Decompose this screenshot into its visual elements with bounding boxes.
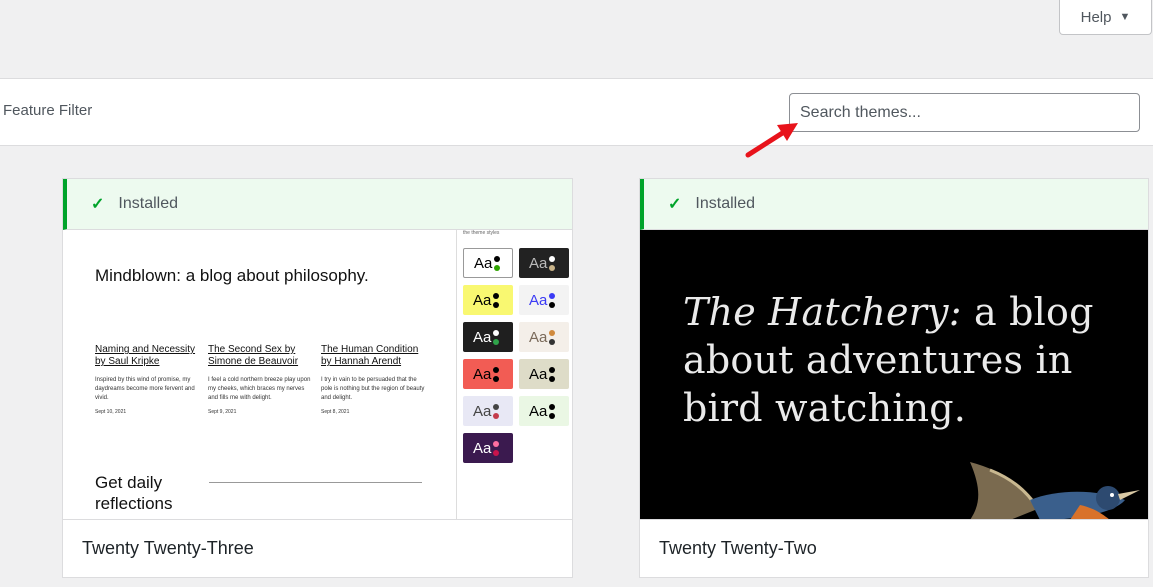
preview-post-title: The Human Condition by Hannah Arendt xyxy=(321,344,419,367)
style-variation-label: Aa xyxy=(529,291,548,309)
color-dots-icon xyxy=(493,329,500,345)
style-variations-caption: the theme styles xyxy=(463,230,500,236)
preview-post-title: The Second Sex by Simone de Beauvoir xyxy=(208,344,299,367)
feature-filter-link[interactable]: Feature Filter xyxy=(3,102,92,119)
style-variation-swatch: Aa xyxy=(463,248,513,278)
style-variation-swatch: Aa xyxy=(463,359,513,389)
style-variation-swatch: Aa xyxy=(463,285,513,315)
theme-card-twenty-twenty-two[interactable]: ✓ Installed The Hatchery: a blog about a… xyxy=(639,178,1149,578)
preview-hero-text: The Hatchery: a blog about adventures in… xyxy=(683,288,1094,432)
style-variation-swatch: Aa xyxy=(463,322,513,352)
color-dots-icon xyxy=(549,403,556,419)
style-variation-swatch: Aa xyxy=(519,322,569,352)
color-dots-icon xyxy=(493,403,500,419)
color-dots-icon xyxy=(493,440,500,456)
preview-post: The Second Sex by Simone de Beauvoir I f… xyxy=(208,344,313,415)
style-variation-label: Aa xyxy=(473,291,492,309)
twenty-twenty-two-preview: The Hatchery: a blog about adventures in… xyxy=(640,230,1148,519)
color-dots-icon xyxy=(549,329,556,345)
style-variation-label: Aa xyxy=(529,402,548,420)
theme-screenshot[interactable]: The Hatchery: a blog about adventures in… xyxy=(640,230,1148,519)
help-label: Help xyxy=(1080,8,1112,26)
twenty-twenty-three-preview: Mindblown: a blog about philosophy. Nami… xyxy=(63,230,572,519)
style-variation-swatch: Aa xyxy=(519,285,569,315)
preview-post-date: Sept 10, 2021 xyxy=(95,409,127,415)
color-dots-icon xyxy=(549,255,556,271)
preview-divider xyxy=(209,482,422,483)
preview-post-date: Sept 9, 2021 xyxy=(208,409,237,415)
style-variation-swatch: Aa xyxy=(519,248,569,278)
preview-post: The Human Condition by Hannah Arendt I t… xyxy=(321,344,426,415)
style-variation-swatch: Aa xyxy=(519,396,569,426)
theme-card-twenty-twenty-three[interactable]: ✓ Installed Mindblown: a blog about phil… xyxy=(62,178,573,578)
preview-post-title: Naming and Necessity by Saul Kripke xyxy=(95,344,196,367)
filter-bar: Feature Filter xyxy=(0,78,1153,146)
preview-blog-title: Mindblown: a blog about philosophy. xyxy=(95,266,369,285)
color-dots-icon xyxy=(493,292,500,308)
preview-post-date: Sept 8, 2021 xyxy=(321,409,350,415)
hero-line2: about adventures in xyxy=(683,338,1073,382)
preview-post: Naming and Necessity by Saul Kripke Insp… xyxy=(95,344,200,415)
style-variation-label: Aa xyxy=(473,402,492,420)
checkmark-icon: ✓ xyxy=(91,196,105,213)
hero-line3: bird watching. xyxy=(683,386,967,430)
preview-daily-heading: Get daily reflections xyxy=(95,473,173,513)
style-variation-swatch: Aa xyxy=(463,433,513,463)
theme-name: Twenty Twenty-Three xyxy=(82,538,254,558)
installed-label: Installed xyxy=(695,195,755,212)
color-dots-icon xyxy=(549,366,556,382)
theme-name-bar: Twenty Twenty-Two xyxy=(640,519,1148,577)
preview-post-excerpt: I feel a cold northern breeze play upon … xyxy=(208,377,311,401)
hero-italic: The Hatchery: xyxy=(683,290,962,334)
color-dots-icon xyxy=(494,255,501,271)
search-themes-input[interactable] xyxy=(789,93,1140,132)
installed-notice: ✓ Installed xyxy=(63,179,572,230)
style-variation-label: Aa xyxy=(473,328,492,346)
style-variation-label: Aa xyxy=(473,365,492,383)
caret-down-icon: ▼ xyxy=(1119,11,1131,23)
color-dots-icon xyxy=(549,292,556,308)
color-dots-icon xyxy=(493,366,500,382)
installed-notice: ✓ Installed xyxy=(640,179,1148,230)
red-arrow-icon xyxy=(745,123,798,158)
theme-name-bar: Twenty Twenty-Three xyxy=(63,519,572,577)
theme-name: Twenty Twenty-Two xyxy=(659,538,817,558)
style-variation-swatch: Aa xyxy=(519,359,569,389)
checkmark-icon: ✓ xyxy=(668,196,682,213)
style-variation-label: Aa xyxy=(529,254,548,272)
style-variations-panel: the theme styles Aa Aa Aa Aa Aa Aa Aa Aa Aa Aa Aa xyxy=(456,230,572,519)
help-button[interactable]: Help ▼ xyxy=(1059,0,1152,35)
style-variation-label: Aa xyxy=(474,254,493,272)
style-variation-label: Aa xyxy=(529,328,548,346)
hero-line1: a blog xyxy=(961,290,1094,334)
style-variation-swatch: Aa xyxy=(463,396,513,426)
preview-post-excerpt: I try in vain to be persuaded that the p… xyxy=(321,377,425,401)
theme-screenshot[interactable]: Mindblown: a blog about philosophy. Nami… xyxy=(63,230,572,519)
preview-post-excerpt: Inspired by this wind of promise, my day… xyxy=(95,377,195,401)
bird-illustration-icon xyxy=(970,462,1140,519)
installed-label: Installed xyxy=(118,195,178,212)
style-variation-label: Aa xyxy=(529,365,548,383)
style-variation-label: Aa xyxy=(473,439,492,457)
